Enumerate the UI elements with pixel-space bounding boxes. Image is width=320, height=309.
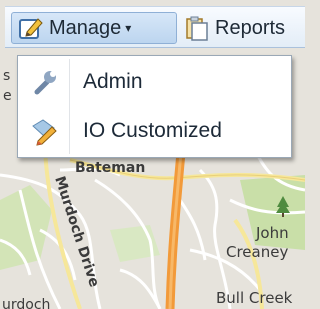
map-label-murdoch-partial: urdoch bbox=[2, 297, 50, 309]
menu-item-io-customized[interactable]: IO Customized bbox=[21, 109, 288, 153]
manage-button-label: Manage bbox=[49, 16, 122, 39]
map-label-partial: s bbox=[3, 68, 10, 84]
pencil-tag-icon bbox=[21, 116, 69, 146]
map-label-bull-creek: Bull Creek bbox=[216, 289, 293, 307]
menu-item-admin[interactable]: Admin bbox=[21, 60, 288, 104]
map-label-john: John bbox=[255, 224, 289, 242]
chevron-down-icon: ▾ bbox=[125, 21, 132, 35]
manage-pencil-icon bbox=[19, 18, 43, 39]
map-label-bateman: Bateman bbox=[75, 160, 145, 176]
map-label-partial: e bbox=[3, 88, 12, 104]
map-label-creaney: Creaney bbox=[226, 243, 288, 261]
menu-item-label: IO Customized bbox=[83, 119, 222, 142]
reports-button-label: Reports bbox=[215, 16, 286, 39]
menu-item-label: Admin bbox=[83, 70, 143, 93]
manage-dropdown-menu: Admin IO Customized bbox=[17, 55, 292, 158]
manage-button[interactable]: Manage ▾ bbox=[11, 12, 177, 44]
toolbar: Manage ▾ Reports bbox=[5, 6, 305, 48]
wrench-icon bbox=[21, 68, 69, 96]
reports-button[interactable]: Reports bbox=[180, 12, 320, 44]
reports-clipboard-icon bbox=[186, 16, 208, 41]
